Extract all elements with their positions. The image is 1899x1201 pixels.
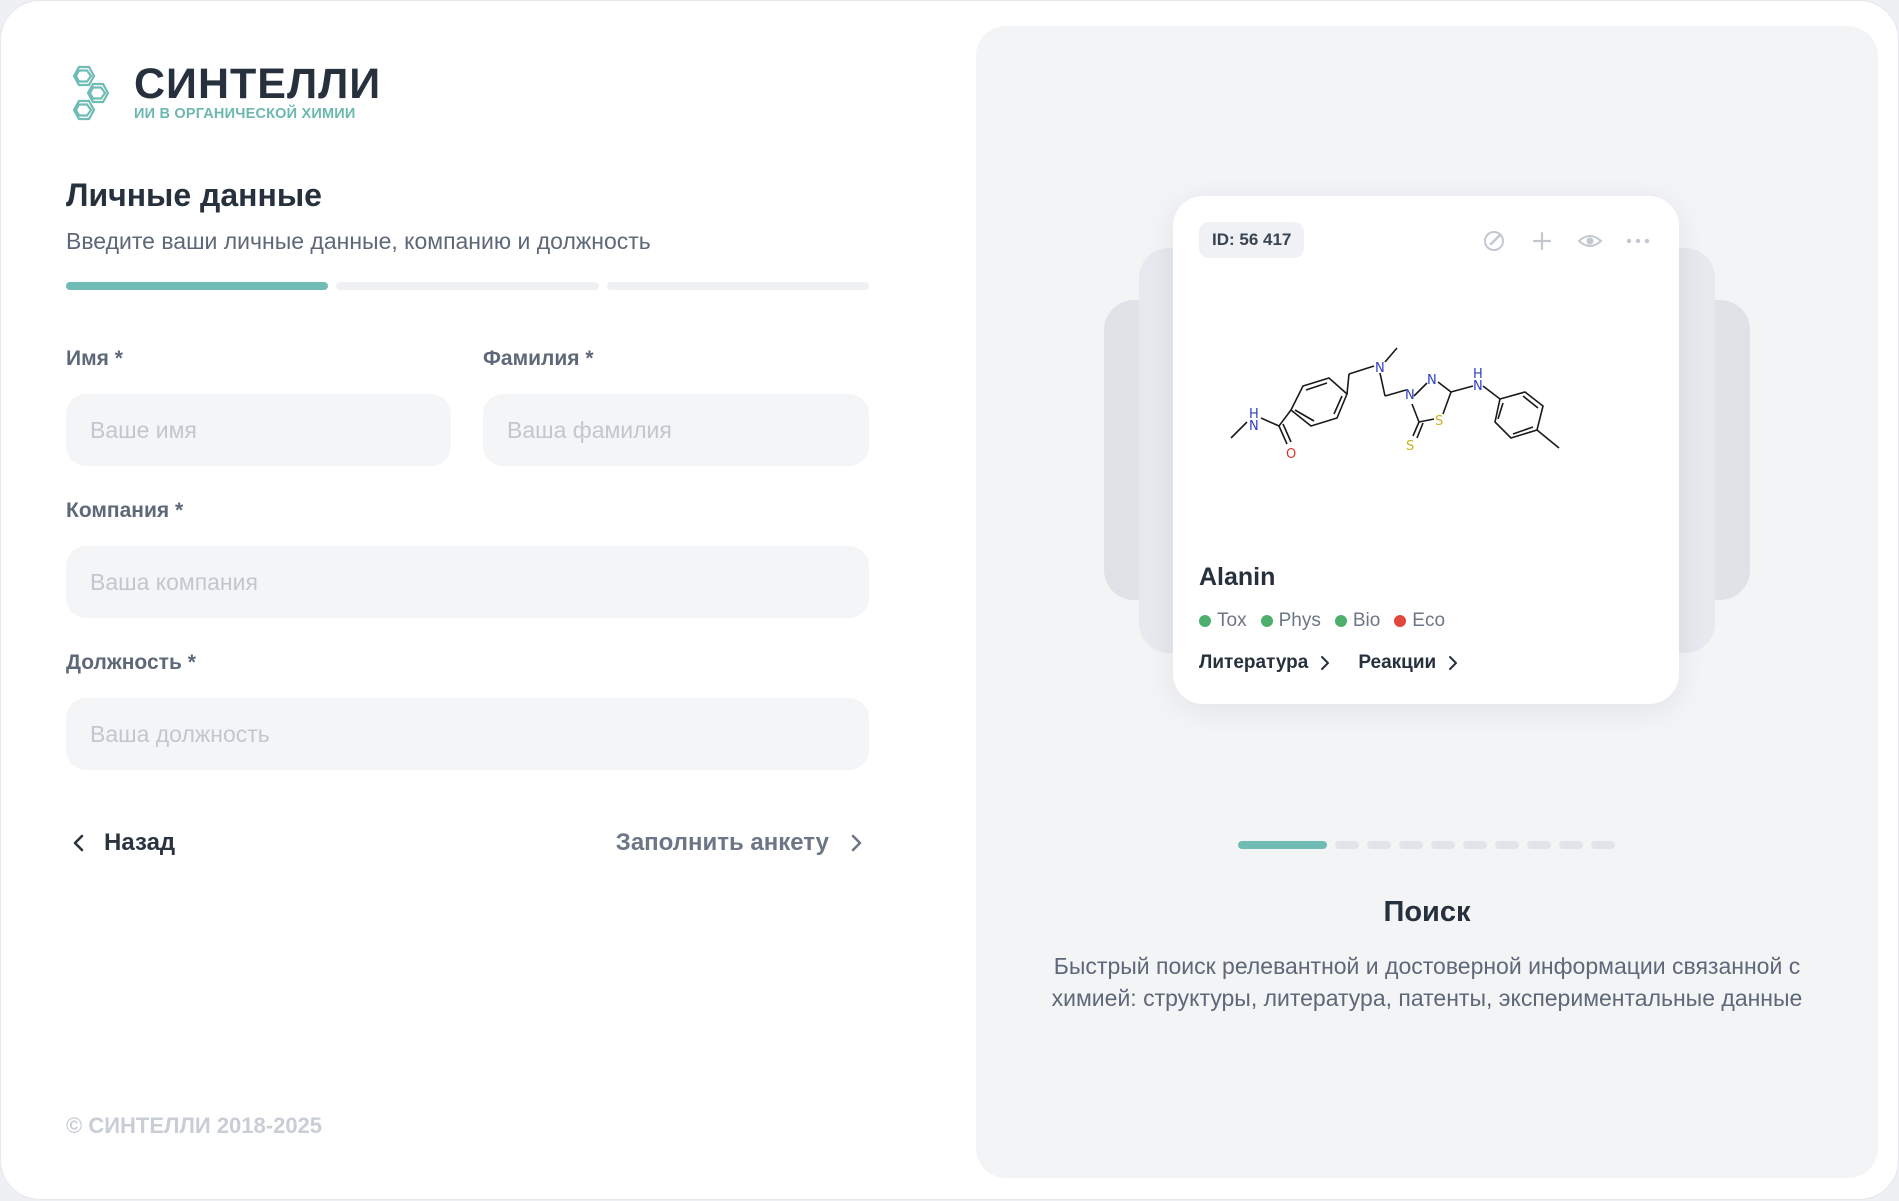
carousel-dot[interactable] — [1495, 841, 1519, 849]
feature-title: Поиск — [1383, 896, 1471, 928]
card-links: Литература Реакции — [1199, 652, 1460, 674]
atom-label: N — [1249, 419, 1259, 434]
status-dot-icon — [1199, 615, 1211, 627]
carousel-dot[interactable] — [1399, 841, 1423, 849]
chevron-right-icon — [851, 834, 862, 852]
position-label: Должность * — [66, 651, 196, 674]
carousel-dot[interactable] — [1463, 841, 1487, 849]
chevron-right-icon — [1449, 656, 1458, 670]
carousel-dot[interactable] — [1367, 841, 1391, 849]
company-label: Компания * — [66, 499, 184, 522]
first-name-field[interactable] — [66, 394, 451, 466]
back-button-label: Назад — [104, 829, 176, 856]
step-indicator — [606, 282, 869, 290]
last-name-label: Фамилия * — [483, 347, 594, 370]
property-badge: Phys — [1260, 610, 1321, 632]
carousel-dot[interactable] — [1591, 841, 1615, 849]
app-window: СИНТЕЛЛИ ИИ В ОРГАНИЧЕСКОЙ ХИМИИ Личные … — [0, 0, 1899, 1200]
carousel-dot[interactable] — [1238, 841, 1327, 849]
copyright-text: © СИНТЕЛЛИ 2018-2025 — [66, 1113, 323, 1138]
badge-label: Eco — [1412, 610, 1446, 631]
hexagon-logo-icon — [72, 65, 110, 120]
atom-label: S — [1435, 414, 1443, 429]
brand-logo: СИНТЕЛЛИ ИИ В ОРГАНИЧЕСКОЙ ХИМИИ — [66, 63, 381, 122]
badge-label: Tox — [1217, 610, 1247, 631]
page-subtitle: Введите ваши личные данные, компанию и д… — [66, 228, 651, 254]
literature-link[interactable]: Литература — [1199, 652, 1332, 674]
fill-questionnaire-button[interactable]: Заполнить анкету — [616, 823, 869, 863]
property-badge: Tox — [1199, 610, 1247, 632]
eye-icon[interactable] — [1575, 226, 1605, 256]
atom-label: N — [1405, 388, 1415, 403]
badge-label: Bio — [1352, 610, 1381, 631]
plus-icon[interactable] — [1527, 226, 1557, 256]
molecule-structure-image: H N O N N N S S H N — [1230, 347, 1560, 462]
property-badges: Tox Phys Bio Eco — [1199, 610, 1445, 632]
fill-questionnaire-label: Заполнить анкету — [615, 829, 829, 856]
carousel-pagination — [1238, 841, 1615, 849]
last-name-field[interactable] — [483, 394, 869, 466]
card-actions — [1479, 226, 1653, 256]
back-button[interactable]: Назад — [66, 823, 175, 863]
feature-showcase: ID: 56 417 H N O N N N S S H N Alanin To… — [976, 26, 1878, 1178]
carousel-dot[interactable] — [1335, 841, 1359, 849]
brand-name: СИНТЕЛЛИ — [134, 60, 382, 108]
more-icon[interactable] — [1623, 226, 1653, 256]
reactions-link-label: Реакции — [1358, 652, 1437, 673]
chevron-left-icon — [73, 834, 84, 852]
chevron-right-icon — [1321, 656, 1330, 670]
carousel-dot[interactable] — [1431, 841, 1455, 849]
brand-tagline: ИИ В ОРГАНИЧЕСКОЙ ХИМИИ — [134, 106, 356, 122]
first-name-label: Имя * — [66, 347, 123, 370]
status-dot-icon — [1260, 615, 1273, 627]
step-indicator — [66, 282, 329, 290]
compound-id-badge: ID: 56 417 — [1199, 222, 1305, 258]
carousel-dot[interactable] — [1527, 841, 1551, 849]
atom-label: N — [1427, 373, 1437, 388]
step-indicator — [336, 282, 599, 290]
property-badge: Bio — [1334, 610, 1381, 632]
property-badge: Eco — [1394, 610, 1445, 632]
status-dot-icon — [1334, 615, 1347, 627]
compound-card[interactable]: ID: 56 417 H N O N N N S S H N Alanin To… — [1173, 196, 1679, 704]
company-field[interactable] — [66, 546, 869, 618]
feature-description: Быстрый поиск релевантной и достоверной … — [1051, 953, 1803, 1011]
reactions-link[interactable]: Реакции — [1358, 652, 1460, 674]
position-field[interactable] — [66, 698, 869, 770]
page-title: Личные данные — [66, 177, 322, 213]
compound-name: Alanin — [1199, 563, 1276, 591]
literature-link-label: Литература — [1199, 652, 1309, 673]
atom-label: N — [1473, 379, 1483, 394]
badge-label: Phys — [1278, 610, 1321, 631]
edit-icon[interactable] — [1479, 226, 1509, 256]
registration-pane: СИНТЕЛЛИ ИИ В ОРГАНИЧЕСКОЙ ХИМИИ Личные … — [66, 1, 869, 1201]
status-dot-icon — [1394, 615, 1407, 627]
atom-label: S — [1406, 439, 1414, 454]
step-progress — [66, 282, 869, 290]
carousel-dot[interactable] — [1559, 841, 1583, 849]
atom-label: N — [1375, 361, 1385, 376]
atom-label: O — [1286, 447, 1296, 462]
